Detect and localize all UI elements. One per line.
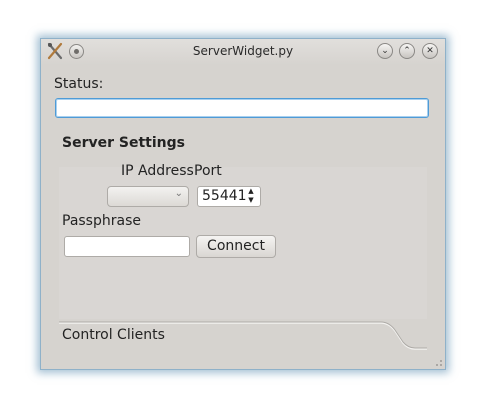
chevron-down-icon: ⌄ [381, 46, 389, 56]
chevron-down-icon: ⌄ [174, 188, 183, 199]
tab-control-clients-label: Control Clients [62, 327, 165, 343]
close-icon: ✕ [426, 46, 434, 56]
passphrase-input[interactable] [64, 236, 190, 257]
resize-grip-icon[interactable] [435, 359, 443, 367]
port-spinbox[interactable]: 55441 ▲ ▼ [197, 186, 261, 207]
ip-address-dropdown[interactable]: ⌄ [107, 186, 189, 207]
server-settings-title: Server Settings [62, 135, 185, 151]
port-label: Port [194, 163, 222, 179]
status-field[interactable] [55, 98, 429, 118]
title-bar[interactable]: ServerWidget.py ⌄ ⌃ ✕ [41, 39, 445, 65]
connect-button[interactable]: Connect [196, 235, 276, 258]
minimize-button[interactable]: ⌄ [377, 43, 393, 59]
passphrase-label: Passphrase [62, 213, 141, 229]
status-label: Status: [54, 76, 104, 92]
port-value: 55441 [202, 188, 247, 204]
close-button[interactable]: ✕ [422, 43, 438, 59]
ip-address-label: IP Address [121, 163, 194, 179]
chevron-up-icon: ⌃ [403, 46, 411, 56]
maximize-button[interactable]: ⌃ [399, 43, 415, 59]
spin-arrows-icon[interactable]: ▲ ▼ [245, 187, 257, 205]
main-window: ServerWidget.py ⌄ ⌃ ✕ Status: Server Set… [40, 38, 446, 370]
